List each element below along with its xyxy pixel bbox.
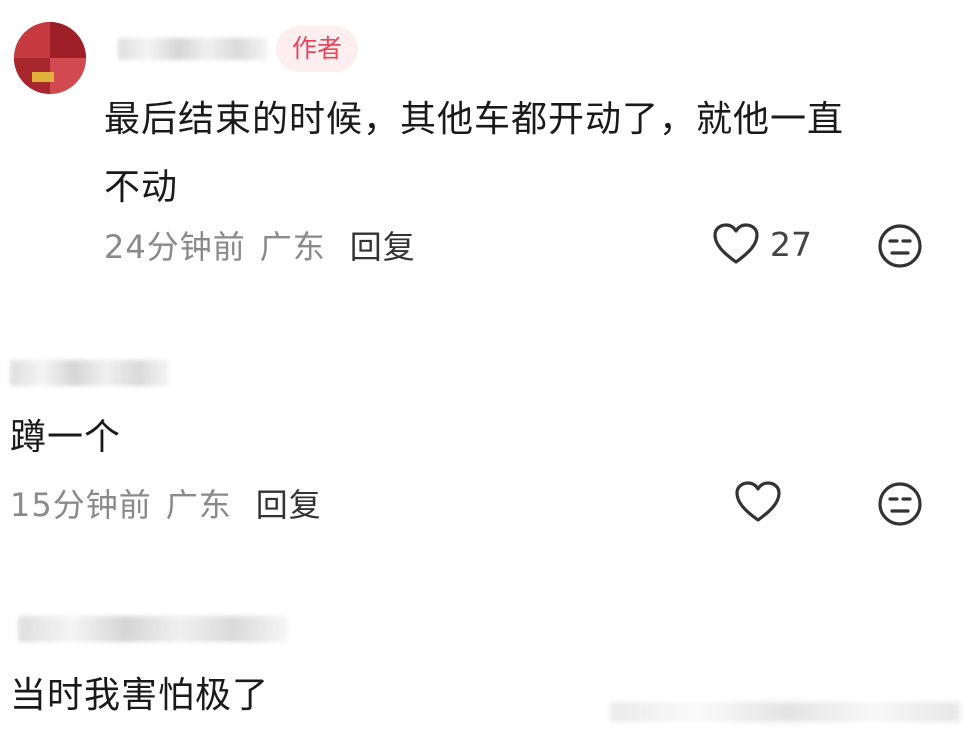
comment-text: 当时我害怕极了 — [10, 675, 270, 716]
author-badge: 作者 — [276, 26, 359, 72]
neutral-face-icon — [876, 222, 924, 270]
emoji-reaction-button[interactable] — [876, 480, 924, 528]
like-button[interactable]: 27 — [712, 222, 812, 266]
comment-time: 24分钟前 — [104, 228, 246, 266]
watermark-blurred — [610, 702, 960, 722]
reply-button[interactable]: 回复 — [350, 228, 416, 266]
comment-text: 最后结束的时候，其他车都开动了，就他一直 不动 — [104, 86, 844, 222]
comment-time: 15分钟前 — [10, 486, 152, 524]
emoji-reaction-button[interactable] — [876, 222, 924, 270]
username-blurred[interactable] — [18, 616, 288, 642]
avatar[interactable] — [14, 22, 86, 94]
username-blurred[interactable] — [118, 38, 268, 60]
heart-outline-icon — [712, 222, 760, 266]
comment-meta: 15分钟前 广东 回复 — [10, 480, 322, 526]
comment-meta: 24分钟前 广东 回复 — [104, 222, 416, 268]
comment-text-line: 不动 — [104, 167, 179, 208]
like-count: 27 — [770, 224, 812, 264]
comment-location: 广东 — [259, 228, 326, 266]
reply-button[interactable]: 回复 — [256, 486, 322, 524]
comment-location: 广东 — [165, 486, 232, 524]
neutral-face-icon — [876, 480, 924, 528]
like-button[interactable] — [734, 480, 782, 524]
comment-text-line: 最后结束的时候，其他车都开动了，就他一直 — [104, 99, 845, 140]
comment-text: 蹲一个 — [10, 417, 122, 458]
heart-outline-icon — [734, 480, 782, 524]
username-blurred[interactable] — [10, 360, 170, 386]
